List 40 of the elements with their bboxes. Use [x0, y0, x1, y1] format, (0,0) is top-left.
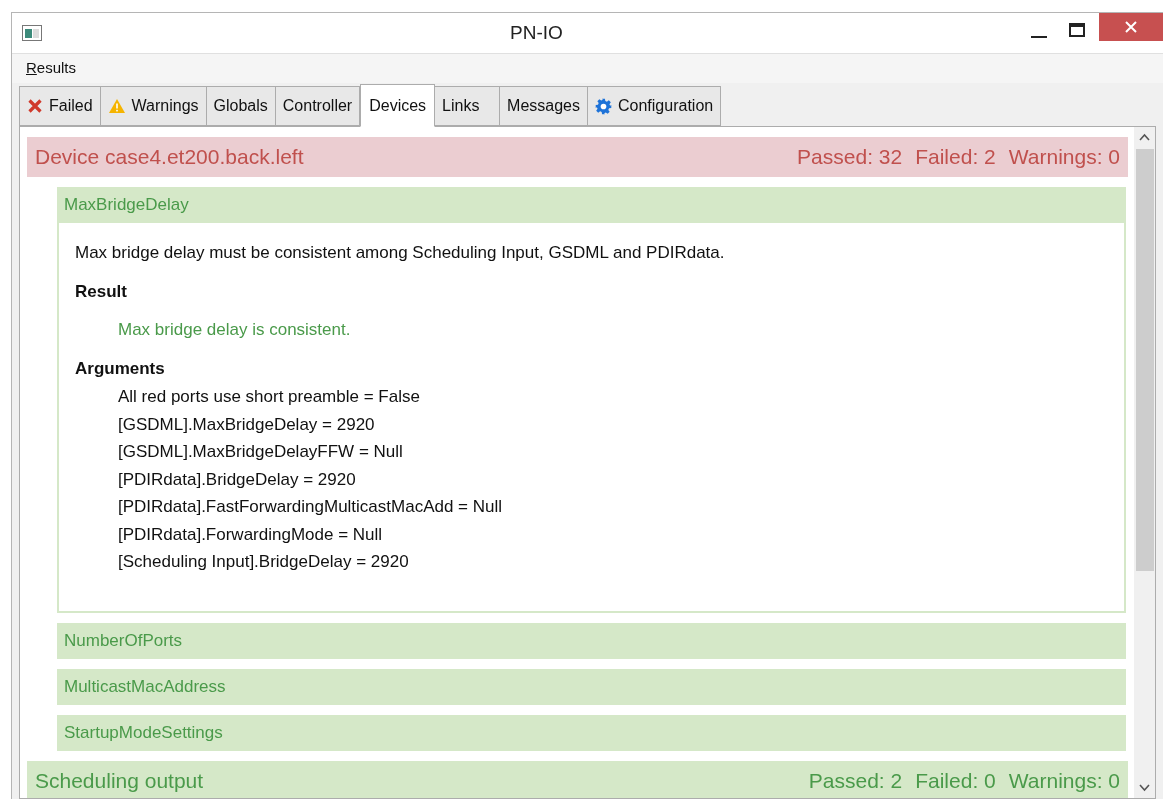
tab[interactable]: Links [434, 86, 501, 126]
scroll-thumb[interactable] [1135, 149, 1154, 571]
count-text: Passed: 32 [797, 144, 903, 171]
tab[interactable]: Devices [360, 84, 436, 127]
tab[interactable]: Messages [499, 86, 588, 126]
count-text: Warnings: 0 [1008, 144, 1120, 171]
tab[interactable]: Globals [205, 86, 276, 126]
count-text: Warnings: 0 [1008, 768, 1120, 795]
app-icon [22, 25, 42, 41]
count-text: Failed: 0 [915, 768, 996, 795]
maximize-icon[interactable] [1069, 23, 1085, 37]
count-text: Failed: 2 [915, 144, 996, 171]
argument-text: [GSDML].MaxBridgeDelayFFW = Null [118, 441, 404, 463]
window-title: PN-IO [510, 20, 563, 45]
close-button[interactable] [1099, 13, 1163, 41]
argument-text: [PDIRdata].FastForwardingMulticastMacAdd = Null [118, 496, 504, 518]
description-text: Max bridge delay must be consistent among Scheduling Input, GSDML and PDIRdata. [75, 242, 726, 264]
menu-item[interactable]: Results [26, 57, 77, 80]
close-icon [1125, 21, 1137, 33]
section-heading: Result [75, 280, 128, 303]
argument-text: [GSDML].MaxBridgeDelay = 2920 [118, 413, 376, 436]
result-text: Max bridge delay is consistent. [118, 319, 352, 341]
tab[interactable]: Warnings [99, 86, 207, 126]
group-title: Scheduling output [35, 768, 204, 795]
section-heading: Arguments [75, 357, 166, 380]
tab[interactable]: Configuration [587, 86, 722, 126]
error-icon [27, 98, 43, 114]
tab[interactable]: Controller [274, 86, 361, 126]
scroll-down-icon[interactable] [1139, 784, 1150, 792]
tab[interactable]: Failed [19, 86, 101, 126]
warning-icon [107, 98, 126, 114]
argument-text: [PDIRdata].BridgeDelay = 2920 [118, 468, 357, 491]
count-text: Passed: 2 [808, 768, 903, 795]
argument-text: All red ports use short preamble = False [118, 386, 421, 408]
argument-text: [Scheduling Input].BridgeDelay = 2920 [118, 551, 410, 573]
scrollbar[interactable] [1134, 127, 1155, 798]
group-title: Device case4.et200.back.left [35, 144, 304, 171]
scroll-up-icon[interactable] [1139, 133, 1150, 141]
settings-icon [595, 97, 612, 115]
argument-text: [PDIRdata].ForwardingMode = Null [118, 523, 384, 546]
